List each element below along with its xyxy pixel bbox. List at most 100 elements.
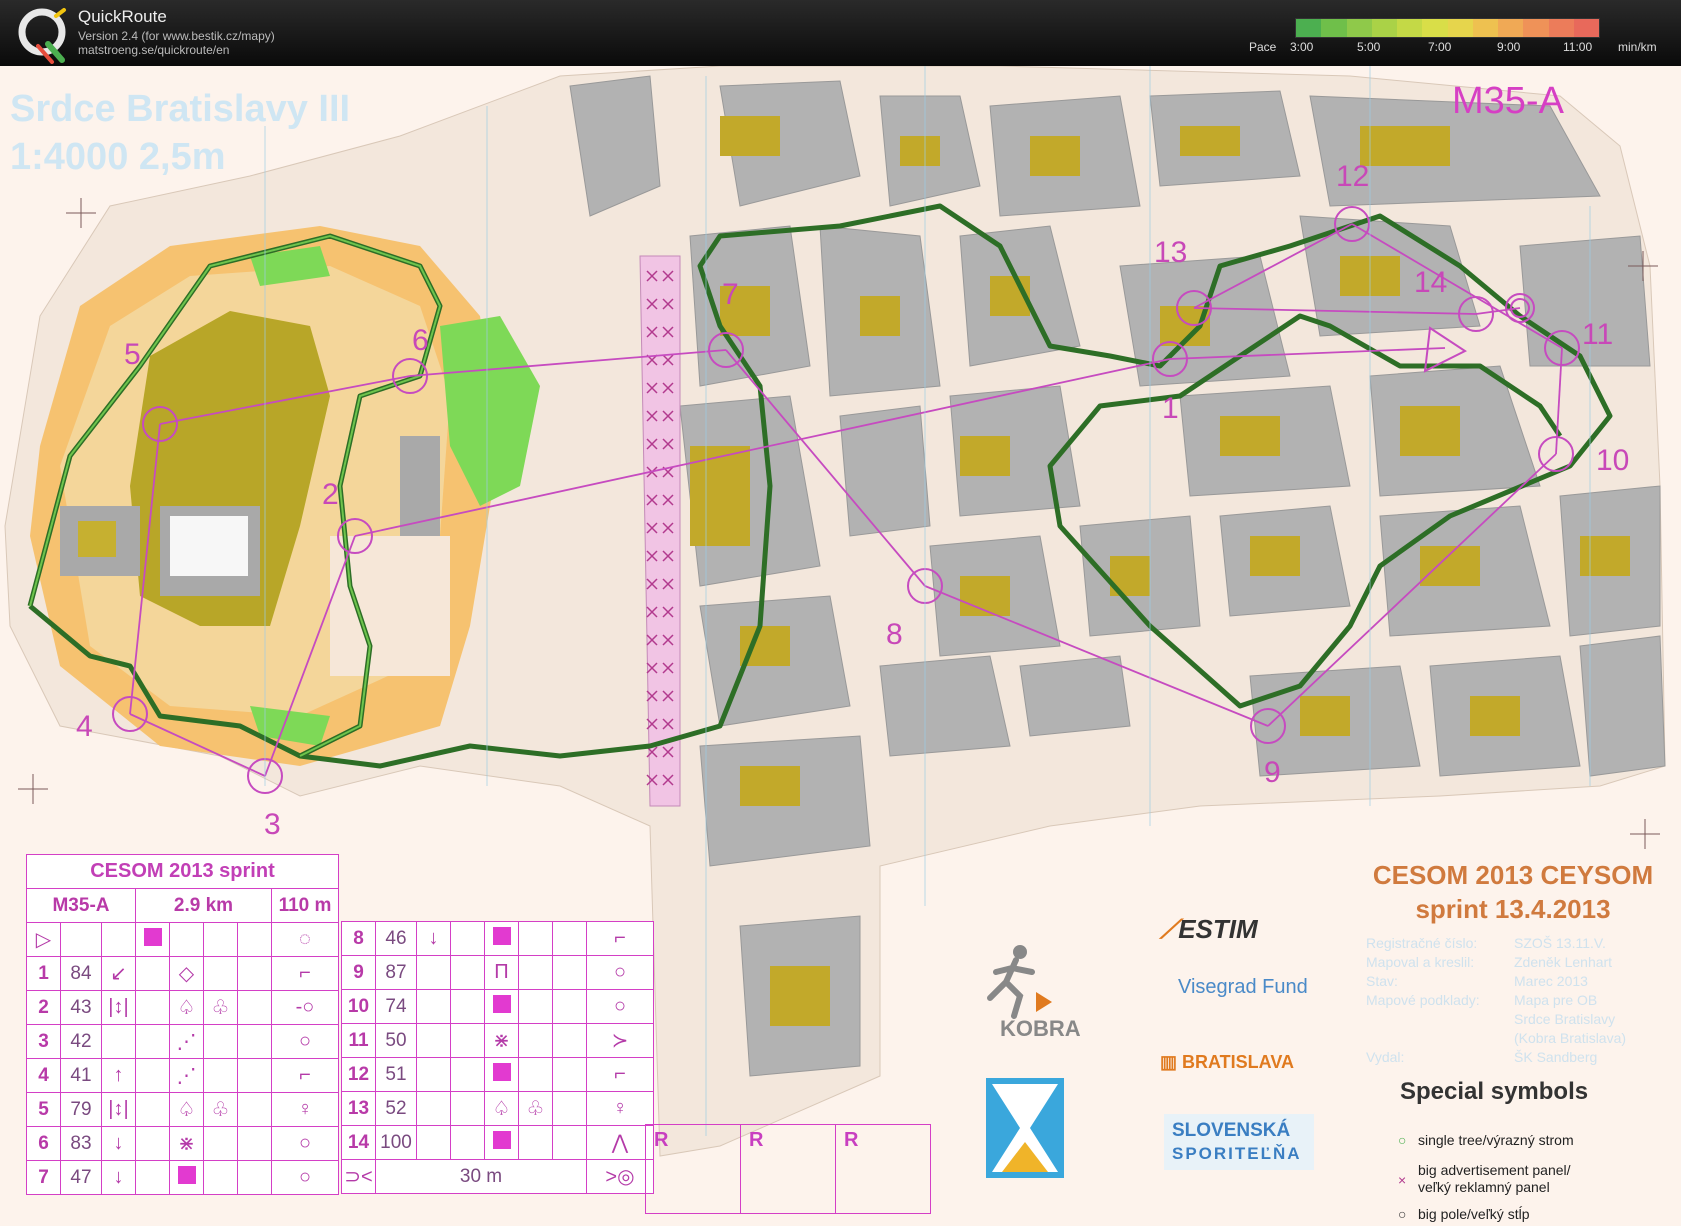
- info-value: ŠK Sandberg: [1514, 1049, 1598, 1065]
- pace-color-scale: [1295, 18, 1600, 38]
- control-number: 8: [886, 618, 903, 651]
- description-cell-g: ♀: [586, 1091, 654, 1126]
- app-link[interactable]: matstroeng.se/quickroute/en: [78, 43, 229, 57]
- description-cell-f: [518, 955, 553, 990]
- slsp-logo: SLOVENSKÁ SPORITEĽŇA: [1164, 1114, 1314, 1170]
- pace-label: Pace: [1249, 40, 1277, 54]
- special-item: single tree/výrazný strom: [1418, 1132, 1574, 1148]
- description-cell-c: ↓: [101, 1126, 136, 1161]
- event-title-line1: CESOM 2013 CEYSOM: [1372, 860, 1654, 890]
- control-number: 12: [1336, 160, 1370, 193]
- description-cell-c: |↕|: [101, 990, 136, 1025]
- description-cell-g: ♀: [271, 1092, 339, 1127]
- description-cell-empty: [237, 1024, 272, 1059]
- description-cell-e: [484, 921, 519, 956]
- pace-tick: 7:00: [1428, 40, 1452, 54]
- description-cell-c: [101, 1024, 136, 1059]
- r-box: R: [740, 1124, 836, 1214]
- description-cell-e: [484, 1125, 519, 1160]
- pace-unit: min/km: [1618, 40, 1657, 54]
- kobra-runner-icon: [987, 945, 1052, 1019]
- description-cell-f: [203, 1058, 238, 1093]
- pace-color-segment: [1296, 19, 1322, 37]
- course-name: M35-A: [1452, 80, 1564, 122]
- description-length: 2.9 km: [135, 888, 272, 923]
- description-cell-f: ♧: [518, 1091, 553, 1126]
- description-cell-code: 42: [60, 1024, 102, 1059]
- description-cell-code: 87: [375, 955, 417, 990]
- info-value: Mapa pre OB: [1514, 992, 1598, 1008]
- description-cell-f: [518, 989, 553, 1024]
- control-number: 13: [1154, 236, 1188, 269]
- description-row: 12 51 ⌐: [341, 1057, 654, 1092]
- description-cell-e: ◇: [169, 956, 204, 991]
- info-value: SZOŠ 13.11.V.: [1514, 935, 1606, 951]
- description-cell-empty: [552, 1125, 587, 1160]
- description-cell-code: 41: [60, 1058, 102, 1093]
- description-row: 13 52 ♤ ♧ ♀: [341, 1091, 654, 1126]
- description-cell-e: ⋇: [169, 1126, 204, 1161]
- visegrad-logo: Visegrad Fund: [1178, 976, 1308, 998]
- description-cell-c: [416, 989, 451, 1024]
- map-title: Srdce Bratislavy III: [10, 88, 351, 130]
- estim-text: ESTIM: [1178, 914, 1258, 944]
- description-cell-code: 51: [375, 1057, 417, 1092]
- description-cell-c: [416, 1023, 451, 1058]
- quickroute-logo-icon: [18, 8, 66, 64]
- description-row: 6 83 ↓ ⋇ ○: [26, 1126, 339, 1161]
- description-cell-empty: [450, 921, 485, 956]
- control-number: 5: [124, 338, 141, 371]
- description-cell-g: ○: [271, 1126, 339, 1161]
- description-cell-f: [518, 921, 553, 956]
- special-symbols-title: Special symbols: [1400, 1078, 1589, 1105]
- event-title: CESOM 2013 CEYSOM sprint 13.4.2013: [1345, 858, 1681, 926]
- description-cell-g: ⌐: [271, 956, 339, 991]
- description-cell-f: [203, 1160, 238, 1195]
- map-info-labels: Registračné číslo: Mapoval a kreslil: St…: [1366, 934, 1480, 1067]
- pace-color-segment: [1321, 19, 1347, 37]
- location-symbol: ◌: [271, 922, 339, 957]
- r-boxes: R R R: [645, 1124, 931, 1214]
- info-label: Vydal:: [1366, 1049, 1405, 1065]
- description-cell-empty: [135, 1160, 170, 1195]
- description-cell-code: 50: [375, 1023, 417, 1058]
- description-cell-code: 100: [375, 1125, 417, 1160]
- description-cell-g: ⌐: [586, 921, 654, 956]
- description-cell-e: ♤: [484, 1091, 519, 1126]
- description-cell-code: 46: [375, 921, 417, 956]
- orienteering-map[interactable]: Srdce Bratislavy III 1:4000 2,5m M35-A 1…: [0, 66, 1681, 1226]
- description-title: CESOM 2013 sprint: [26, 854, 339, 889]
- pace-color-segment: [1346, 19, 1372, 37]
- control-description-left: CESOM 2013 sprint M35-A 2.9 km 110 m ▷ ◌…: [26, 854, 339, 1195]
- description-cell-g: ○: [271, 1024, 339, 1059]
- description-cell-g: ⌐: [271, 1058, 339, 1093]
- description-cell-c: ↑: [101, 1058, 136, 1093]
- finish-symbol-right: >◎: [586, 1159, 654, 1194]
- description-row: 7 47 ↓ ○: [26, 1160, 339, 1195]
- description-cell-n: 10: [341, 989, 376, 1024]
- description-row: 5 79 |↕| ♤ ♧ ♀: [26, 1092, 339, 1127]
- control-number: 7: [722, 278, 739, 311]
- description-cell-empty: [135, 1024, 170, 1059]
- tree-icon: ○: [1398, 1132, 1407, 1148]
- description-cell-f: [518, 1125, 553, 1160]
- description-cell-c: ↓: [101, 1160, 136, 1195]
- app-version: Version 2.4 (for www.bestik.cz/mapy): [78, 29, 275, 43]
- description-cell-g: -○: [271, 990, 339, 1025]
- description-cell-code: 43: [60, 990, 102, 1025]
- app-header: QuickRoute Version 2.4 (for www.bestik.c…: [0, 0, 1681, 66]
- description-row: 2 43 |↕| ♤ ♧ -○: [26, 990, 339, 1025]
- info-label: Stav:: [1366, 973, 1398, 989]
- description-cell-empty: [450, 1023, 485, 1058]
- description-cell-empty: [552, 989, 587, 1024]
- description-cell-empty: [552, 1091, 587, 1126]
- description-row: 3 42 ⋰ ○: [26, 1024, 339, 1059]
- description-cell-c: |↕|: [101, 1092, 136, 1127]
- description-row: 4 41 ↑ ⋰ ⌐: [26, 1058, 339, 1093]
- info-value: Marec 2013: [1514, 973, 1588, 989]
- description-cell-n: 8: [341, 921, 376, 956]
- pace-color-segment: [1498, 19, 1524, 37]
- info-value: Zdeněk Lenhart: [1514, 954, 1613, 970]
- description-cell-g: ○: [271, 1160, 339, 1195]
- info-label: Registračné číslo:: [1366, 935, 1478, 951]
